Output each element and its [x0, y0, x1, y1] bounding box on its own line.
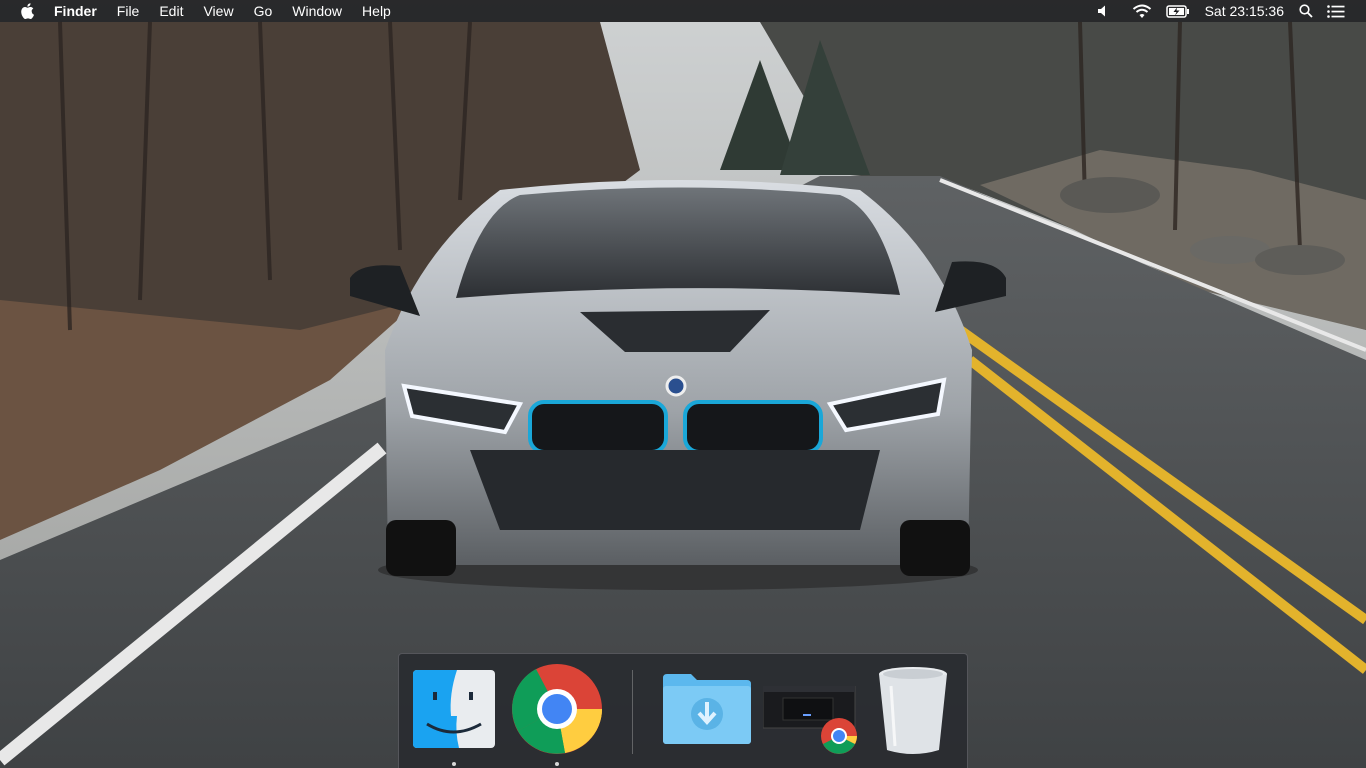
- dock-downloads[interactable]: [661, 672, 753, 749]
- dock-finder[interactable]: [413, 670, 495, 753]
- menu-help[interactable]: Help: [352, 0, 401, 22]
- search-icon[interactable]: [1299, 0, 1313, 22]
- desktop: Finder File Edit View Go Window Help Sat…: [0, 0, 1366, 768]
- menu-clock[interactable]: Sat 23:15:36: [1197, 0, 1292, 22]
- menu-view[interactable]: View: [193, 0, 243, 22]
- trash-icon: [879, 667, 947, 754]
- running-indicator: [452, 762, 456, 766]
- minimized-window-icon: [762, 685, 857, 754]
- wifi-icon[interactable]: [1132, 0, 1152, 22]
- dock-chrome[interactable]: [511, 663, 603, 760]
- menu-bar: Finder File Edit View Go Window Help Sat…: [0, 0, 1366, 22]
- menu-go[interactable]: Go: [244, 0, 283, 22]
- speaker-icon[interactable]: [1097, 0, 1111, 22]
- menu-edit[interactable]: Edit: [149, 0, 193, 22]
- chrome-icon: [512, 664, 602, 754]
- downloads-folder-icon: [663, 674, 751, 744]
- dock-separator: [632, 670, 633, 754]
- finder-icon: [413, 670, 495, 748]
- menu-window[interactable]: Window: [282, 0, 352, 22]
- dock-minimized-window[interactable]: [762, 685, 859, 763]
- dock-trash[interactable]: [877, 666, 949, 761]
- dock: [398, 653, 968, 768]
- menu-app-name[interactable]: Finder: [54, 0, 107, 22]
- running-indicator: [555, 762, 559, 766]
- notification-list-icon[interactable]: [1327, 0, 1345, 22]
- apple-icon[interactable]: [0, 0, 54, 22]
- menu-file[interactable]: File: [107, 0, 150, 22]
- battery-charging-icon[interactable]: [1165, 0, 1190, 22]
